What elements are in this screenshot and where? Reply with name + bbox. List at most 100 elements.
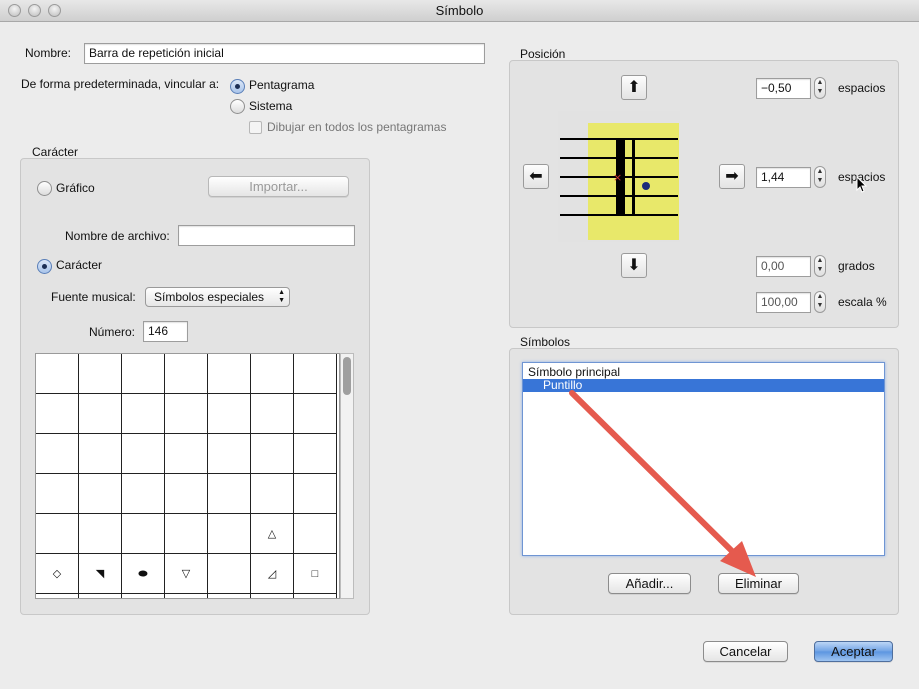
character-cell[interactable] <box>122 394 165 434</box>
character-cell[interactable] <box>208 514 251 554</box>
character-cell[interactable] <box>79 474 122 514</box>
character-cell[interactable] <box>79 514 122 554</box>
character-grid-scrollbar[interactable] <box>340 353 354 599</box>
character-cell[interactable] <box>251 354 294 394</box>
character-glyph: ◿ <box>267 568 277 580</box>
character-glyph: □ <box>311 568 319 580</box>
character-cell[interactable]: ◇ <box>36 554 79 594</box>
minimize-window-button[interactable] <box>28 4 41 17</box>
character-cell[interactable] <box>122 514 165 554</box>
caracter-group-title: Carácter <box>32 145 79 159</box>
character-cell[interactable]: △ <box>251 514 294 554</box>
arrow-left-icon: ⬅ <box>529 168 543 185</box>
character-cell[interactable] <box>36 434 79 474</box>
cancel-button[interactable]: Cancelar <box>703 641 788 662</box>
character-cell[interactable] <box>79 434 122 474</box>
scale-field[interactable]: 100,00 <box>756 292 811 313</box>
zoom-window-button[interactable] <box>48 4 61 17</box>
ok-button[interactable]: Aceptar <box>814 641 893 662</box>
character-cell[interactable] <box>294 354 337 394</box>
character-cell[interactable] <box>208 394 251 434</box>
character-cell[interactable]: □ <box>294 554 337 594</box>
character-cell[interactable]: ◥ <box>79 554 122 594</box>
move-left-button[interactable]: ⬅ <box>523 164 549 189</box>
character-cell[interactable] <box>36 394 79 434</box>
character-cell[interactable] <box>122 354 165 394</box>
character-cell[interactable] <box>122 594 165 598</box>
arrow-down-icon: ⬇ <box>627 257 641 274</box>
character-cell[interactable]: ◿ <box>251 554 294 594</box>
character-cell[interactable] <box>165 514 208 554</box>
importar-button[interactable]: Importar... <box>208 176 349 197</box>
character-cell[interactable] <box>208 354 251 394</box>
scrollbar-thumb[interactable] <box>343 357 351 395</box>
y-offset-stepper[interactable]: ▲ ▼ <box>814 166 826 188</box>
grafico-label: Gráfico <box>56 181 95 195</box>
character-cell[interactable] <box>165 394 208 434</box>
nombre-archivo-label: Nombre de archivo: <box>65 229 170 243</box>
move-right-button[interactable]: ➡ <box>719 164 745 189</box>
vincular-label: De forma predeterminada, vincular a: <box>21 77 220 91</box>
character-cell[interactable] <box>251 474 294 514</box>
window-titlebar: Símbolo <box>0 0 919 22</box>
dot-symbol[interactable] <box>642 182 650 190</box>
nombre-archivo-field[interactable] <box>178 225 355 246</box>
arrow-up-icon: ⬆ <box>627 79 641 96</box>
x-offset-stepper[interactable]: ▲ ▼ <box>814 77 826 99</box>
character-glyph: ◇ <box>52 568 62 580</box>
character-cell[interactable] <box>294 594 337 598</box>
character-grid[interactable]: △ ◇ ◥ ⬬ ▽ ◿ □ <box>35 353 340 599</box>
character-cell[interactable] <box>36 354 79 394</box>
character-cell[interactable] <box>208 474 251 514</box>
scale-stepper[interactable]: ▲ ▼ <box>814 291 826 313</box>
origin-marker-icon: × <box>613 171 622 184</box>
arrow-right-icon: ➡ <box>725 168 739 185</box>
scale-unit-label: escala % <box>838 295 887 309</box>
character-cell[interactable] <box>165 474 208 514</box>
grafico-radio[interactable] <box>37 181 52 196</box>
character-cell[interactable] <box>36 474 79 514</box>
character-cell[interactable] <box>294 434 337 474</box>
caracter-radio[interactable] <box>37 259 52 274</box>
character-cell[interactable] <box>79 394 122 434</box>
symbol-preview: × <box>558 111 680 242</box>
angle-stepper[interactable]: ▲ ▼ <box>814 255 826 277</box>
mouse-cursor-icon <box>856 176 868 193</box>
x-offset-field[interactable]: −0,50 <box>756 78 811 99</box>
character-cell[interactable] <box>165 594 208 598</box>
character-cell[interactable] <box>122 474 165 514</box>
close-window-button[interactable] <box>8 4 21 17</box>
character-cell[interactable] <box>36 514 79 554</box>
dibujar-todos-label: Dibujar en todos los pentagramas <box>267 120 447 134</box>
character-cell[interactable] <box>79 594 122 598</box>
move-down-button[interactable]: ⬇ <box>621 253 647 278</box>
pentagrama-radio[interactable] <box>230 79 245 94</box>
character-cell[interactable] <box>294 394 337 434</box>
angle-field[interactable]: 0,00 <box>756 256 811 277</box>
fuente-musical-select[interactable]: Símbolos especiales ▲ ▼ <box>145 287 290 307</box>
character-cell[interactable]: ⬬ <box>122 554 165 594</box>
annotation-arrow-shaft <box>569 390 741 560</box>
character-cell[interactable] <box>294 514 337 554</box>
sistema-radio[interactable] <box>230 99 245 114</box>
character-cell[interactable] <box>122 434 165 474</box>
character-cell[interactable] <box>251 594 294 598</box>
character-cell[interactable] <box>165 354 208 394</box>
nombre-field[interactable]: Barra de repetición inicial <box>84 43 485 64</box>
move-up-button[interactable]: ⬆ <box>621 75 647 100</box>
y-offset-field[interactable]: 1,44 <box>756 167 811 188</box>
character-cell[interactable] <box>165 434 208 474</box>
character-cell[interactable] <box>251 394 294 434</box>
character-cell[interactable] <box>79 354 122 394</box>
character-cell[interactable] <box>208 554 251 594</box>
numero-field[interactable]: 146 <box>143 321 188 342</box>
character-cell[interactable] <box>208 434 251 474</box>
dibujar-todos-checkbox[interactable] <box>249 121 262 134</box>
character-cell[interactable] <box>251 434 294 474</box>
character-cell[interactable]: ▽ <box>165 554 208 594</box>
character-cell[interactable] <box>208 594 251 598</box>
character-cell[interactable] <box>294 474 337 514</box>
character-cell[interactable] <box>36 594 79 598</box>
annotation-arrow <box>569 390 756 577</box>
posicion-group-title: Posición <box>520 47 566 61</box>
